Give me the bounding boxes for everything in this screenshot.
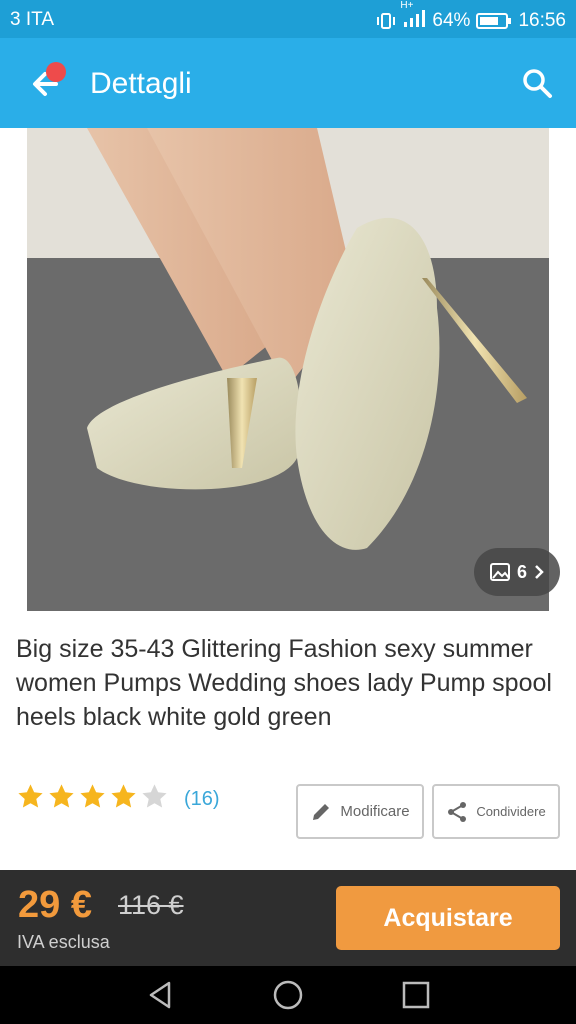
buy-button[interactable]: Acquistare — [336, 886, 560, 950]
star-filled-icon — [80, 784, 105, 808]
search-icon[interactable] — [520, 66, 554, 100]
vibrate-icon — [377, 13, 396, 29]
purchase-bar: 29 € 116 € IVA esclusa Acquistare — [0, 870, 576, 966]
review-count[interactable]: (16) — [184, 788, 220, 811]
notification-dot — [46, 62, 66, 82]
price: 29 € — [18, 884, 92, 926]
gallery-counter[interactable]: 6 — [474, 548, 560, 596]
image-count: 6 — [516, 561, 527, 582]
share-label: Condividere — [476, 804, 546, 819]
app-bar: Dettagli — [0, 38, 576, 128]
image-icon — [489, 563, 510, 581]
shoe-photo — [27, 128, 549, 611]
signal-icon: H+ — [400, 0, 426, 34]
old-price: 116 € — [118, 890, 184, 920]
pencil-icon — [313, 803, 330, 820]
status-icons: H+ 64% 16:56 — [376, 0, 566, 34]
star-filled-icon — [18, 784, 43, 808]
modify-button[interactable]: Modificare — [296, 784, 424, 839]
star-empty-icon — [142, 784, 167, 808]
carrier-label: 3 ITA — [10, 9, 54, 30]
chevron-right-icon — [535, 565, 544, 579]
product-title: Big size 35-43 Glittering Fashion sexy s… — [16, 635, 552, 731]
battery-icon — [476, 13, 512, 29]
star-filled-icon — [111, 784, 136, 808]
nav-back-icon[interactable] — [143, 978, 177, 1012]
nav-home-icon[interactable] — [271, 978, 305, 1012]
nav-recents-icon[interactable] — [399, 978, 433, 1012]
network-type-label: H+ — [400, 0, 414, 11]
modify-label: Modificare — [340, 803, 410, 820]
page-title: Dettagli — [90, 67, 192, 100]
clock: 16:56 — [518, 10, 566, 31]
star-filled-icon — [49, 784, 74, 808]
rating-stars — [16, 782, 169, 811]
vat-note: IVA esclusa — [17, 932, 110, 952]
battery-percent: 64% — [432, 10, 471, 31]
system-nav-bar — [0, 966, 576, 1024]
product-image[interactable] — [27, 128, 549, 611]
share-icon — [448, 801, 467, 822]
share-button[interactable]: Condividere — [432, 784, 560, 839]
status-bar: 3 ITA H+ 64% 16:56 — [0, 0, 576, 38]
